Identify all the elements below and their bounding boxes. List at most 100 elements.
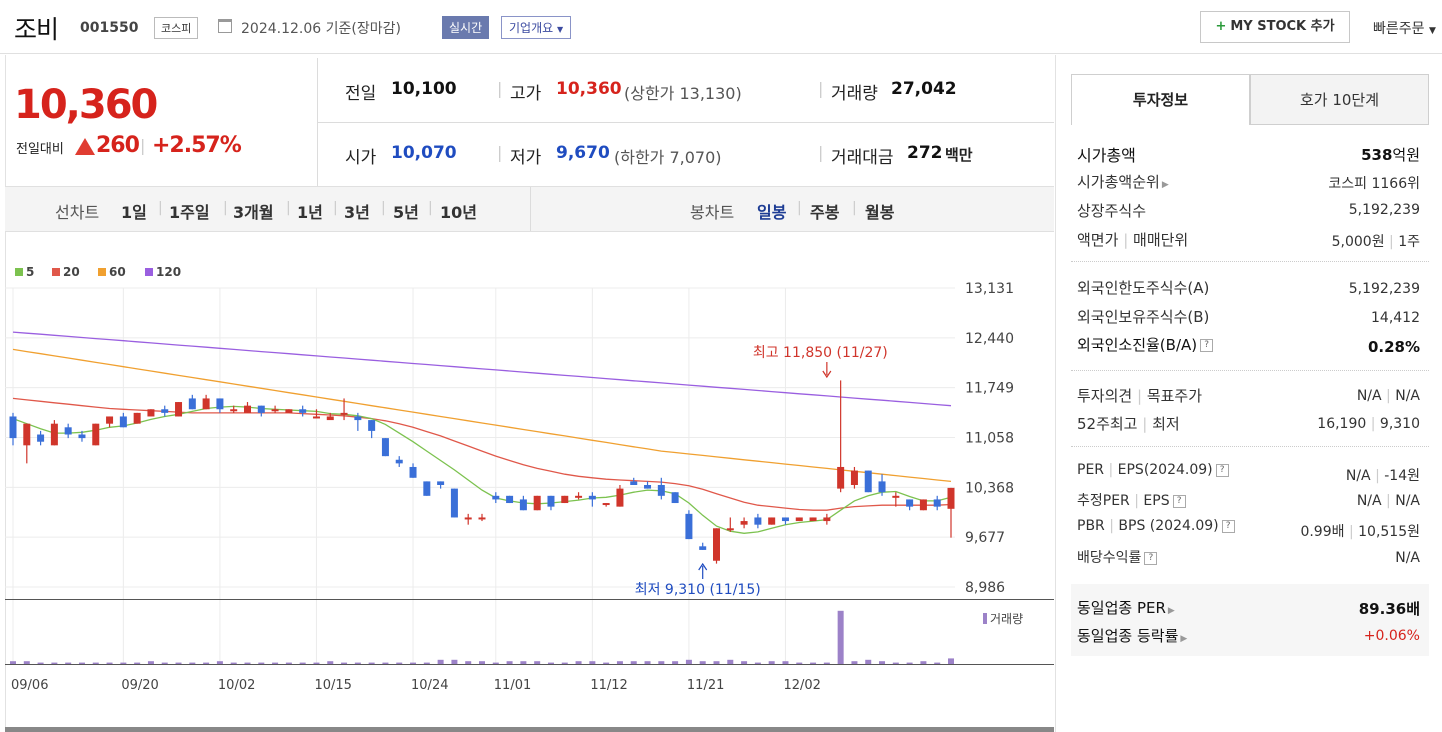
divider: | [852, 200, 857, 216]
volume-bar [272, 662, 279, 664]
divider [530, 187, 531, 231]
volume-bar [547, 662, 554, 664]
help-icon[interactable]: ? [1144, 551, 1158, 565]
dividend-label: 배당수익률 [1077, 550, 1142, 566]
volume-bar [920, 661, 927, 664]
candle-body [809, 517, 817, 522]
candle-body [699, 546, 707, 550]
y-tick-label: 11,749 [965, 381, 1014, 397]
divider: | [223, 200, 228, 216]
plus-icon: + [1215, 19, 1227, 34]
legend-label: 120 [156, 265, 181, 279]
volume-bar [78, 662, 85, 664]
upper-limit: (상한가 13,130) [624, 84, 742, 103]
divider: | [1136, 387, 1143, 405]
candle-body [285, 409, 293, 413]
period-1d[interactable]: 1일 [121, 199, 147, 223]
volume-bar [368, 662, 375, 664]
candle-body [823, 517, 831, 522]
open-label: 시가 [345, 148, 377, 168]
period-1y[interactable]: 1년 [297, 199, 323, 223]
divider: | [818, 143, 824, 162]
candle-body [740, 521, 748, 525]
legend-swatch [145, 268, 153, 276]
candle-body [561, 495, 569, 504]
divider: | [497, 79, 503, 98]
peer-rate-label[interactable]: 동일업종 등락률 ▶ [1077, 625, 1187, 646]
up-triangle-icon [75, 138, 95, 155]
candle-body [754, 517, 762, 525]
volume-bar [341, 662, 348, 664]
divider: | [1348, 524, 1354, 540]
pbr-value: 0.99배 [1300, 524, 1345, 540]
volume-label: 거래량 [831, 84, 878, 104]
period-3m[interactable]: 3개월 [233, 199, 274, 223]
volume-bar [423, 662, 430, 664]
help-icon[interactable]: ? [1221, 519, 1235, 533]
tab-invest-info[interactable]: 투자정보 [1071, 74, 1250, 125]
chevron-down-icon: ▼ [1428, 26, 1436, 36]
volume-bar [437, 659, 444, 664]
candle-monthly[interactable]: 월봉 [865, 199, 894, 223]
add-mystock-button[interactable]: + MY STOCK 추가 [1200, 11, 1350, 43]
candle-body [37, 434, 45, 442]
peer-per-value: 89.36배 [1358, 600, 1420, 618]
tab-hoga-10[interactable]: 호가 10단계 [1250, 74, 1429, 125]
volume-bar [934, 662, 941, 664]
quick-order-button[interactable]: 빠른주문 ▼ [1373, 18, 1436, 38]
legend-swatch [98, 268, 106, 276]
stock-header: 조비 001550 코스피 2024.12.06 기준(장마감) 실시간 기업개… [0, 0, 1442, 54]
x-tick-label: 11/01 [494, 678, 531, 693]
divider: | [333, 200, 338, 216]
chevron-down-icon: ▼ [557, 25, 564, 34]
volume-bar [354, 662, 361, 664]
period-5y[interactable]: 5년 [393, 199, 419, 223]
realtime-button[interactable]: 실시간 [442, 16, 490, 39]
x-tick-label: 12/02 [783, 678, 820, 693]
trade-unit-label: 매매단위 [1133, 231, 1189, 249]
candle-body [188, 398, 196, 410]
period-1w[interactable]: 1주일 [169, 199, 210, 223]
period-3y[interactable]: 3년 [344, 199, 370, 223]
candle-body [271, 409, 279, 412]
volume-bar [313, 662, 320, 664]
candle-weekly[interactable]: 주봉 [810, 199, 839, 223]
change-label: 전일대비 [16, 142, 64, 157]
chevron-right-icon: ▶ [1180, 634, 1188, 644]
candle-body [533, 495, 541, 511]
candle-chart-label: 봉차트 [690, 203, 735, 222]
peer-per-label[interactable]: 동일업종 PER ▶ [1077, 597, 1175, 618]
peer-per-text: 동일업종 PER [1077, 599, 1166, 617]
candle-body [257, 405, 265, 413]
help-icon[interactable]: ? [1172, 494, 1186, 508]
x-tick-label: 09/20 [121, 678, 158, 693]
volume-bar [685, 659, 692, 664]
candle-body [423, 481, 431, 496]
y-tick-label: 10,368 [965, 480, 1014, 496]
candle-body [340, 412, 348, 415]
price-chart[interactable]: 13,131 12,440 11,749 11,058 10,368 9,677 8,986… [5, 250, 1054, 600]
candle-body [437, 481, 445, 486]
volume-bar [796, 662, 803, 664]
candle-body [381, 438, 389, 457]
help-icon[interactable]: ? [1200, 339, 1214, 352]
foreign-limit-value: 5,192,239 [1348, 281, 1420, 297]
candle-body [326, 416, 334, 421]
market-cap-rank-label[interactable]: 시가총액순위 ▶ [1077, 171, 1169, 192]
help-icon[interactable]: ? [1215, 463, 1229, 477]
candle-body [878, 481, 886, 493]
volume-bar [10, 661, 16, 664]
candle-daily[interactable]: 일봉 [757, 199, 786, 223]
candle-body [850, 470, 858, 486]
low-label: 저가 [510, 148, 542, 168]
candle-body [478, 517, 486, 520]
volume-bar [837, 610, 844, 664]
peer-rate-value: +0.06% [1363, 628, 1420, 644]
corp-info-dropdown[interactable]: 기업개요 ▼ [501, 16, 572, 39]
candle-body [175, 402, 183, 417]
week52-high-label: 52주최고 [1077, 415, 1138, 433]
candle-body [492, 495, 500, 500]
volume-bar [561, 662, 568, 664]
period-10y[interactable]: 10년 [440, 199, 477, 223]
volume-bar [741, 661, 748, 664]
